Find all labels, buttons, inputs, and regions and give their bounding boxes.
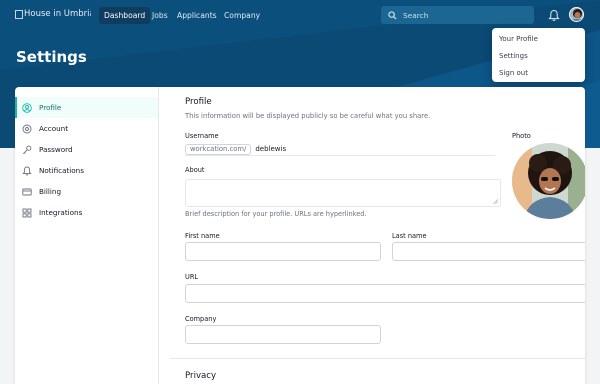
top-navbar: House in Umbria Dashboard Jobs Applicant… — [0, 0, 600, 31]
sidebar-item-profile[interactable]: Profile — [15, 97, 158, 118]
username-label: Username — [185, 132, 219, 140]
sidebar-item-label: Password — [39, 145, 73, 154]
grid-icon — [22, 208, 32, 218]
username-field[interactable]: workcation.com/ deblewis — [185, 143, 495, 156]
menu-sign-out[interactable]: Sign out — [492, 65, 585, 82]
nav-applicants[interactable]: Applicants — [172, 7, 222, 24]
bell-icon — [22, 166, 32, 176]
settings-card: Profile Account Password Notifications B… — [15, 87, 585, 384]
key-icon — [22, 145, 32, 155]
company-input[interactable] — [185, 325, 381, 344]
credit-card-icon — [22, 187, 32, 197]
broken-image-icon — [15, 9, 23, 19]
sidebar-item-password[interactable]: Password — [15, 139, 158, 160]
page-title: Settings — [16, 48, 87, 66]
nav-jobs[interactable]: Jobs — [147, 7, 173, 24]
profile-section-subtitle: This information will be displayed publi… — [185, 112, 431, 120]
username-prefix: workcation.com/ — [185, 143, 252, 155]
logo-alt-text: House in Umbria — [24, 9, 91, 19]
search-icon — [388, 10, 397, 20]
profile-form: Profile This information will be display… — [170, 87, 585, 384]
menu-settings[interactable]: Settings — [492, 48, 585, 65]
sidebar-item-label: Billing — [39, 187, 62, 196]
url-label: URL — [185, 273, 199, 281]
privacy-section-title: Privacy — [185, 371, 217, 381]
url-input[interactable] — [185, 284, 585, 303]
section-divider — [170, 358, 585, 359]
sidebar-item-label: Profile — [39, 103, 62, 112]
nav-dashboard[interactable]: Dashboard — [99, 7, 151, 24]
search-input[interactable]: Search — [381, 6, 534, 24]
sidebar-item-label: Account — [39, 124, 69, 133]
sidebar-item-billing[interactable]: Billing — [15, 181, 158, 202]
about-hint: Brief description for your profile. URLs… — [185, 210, 367, 218]
last-name-input[interactable] — [392, 242, 585, 261]
logo[interactable]: House in Umbria — [15, 7, 91, 21]
profile-photo[interactable] — [512, 143, 585, 219]
profile-section-title: Profile — [185, 97, 212, 107]
cog-icon — [22, 124, 32, 134]
sidebar-item-label: Notifications — [39, 166, 84, 175]
sidebar-item-integrations[interactable]: Integrations — [15, 202, 158, 223]
about-textarea[interactable] — [185, 179, 501, 207]
nav-company[interactable]: Company — [219, 7, 265, 24]
resize-handle-icon[interactable] — [493, 199, 498, 204]
last-name-label: Last name — [392, 232, 427, 240]
company-label: Company — [185, 315, 217, 323]
user-avatar[interactable] — [569, 7, 584, 22]
search-placeholder: Search — [403, 10, 429, 20]
sidebar-item-account[interactable]: Account — [15, 118, 158, 139]
first-name-label: First name — [185, 232, 220, 240]
username-value: deblewis — [255, 145, 287, 153]
user-menu-dropdown: Your Profile Settings Sign out — [492, 28, 585, 82]
about-label: About — [185, 166, 205, 174]
first-name-input[interactable] — [185, 242, 381, 261]
settings-sidebar: Profile Account Password Notifications B… — [15, 87, 159, 384]
photo-label: Photo — [512, 132, 531, 140]
menu-your-profile[interactable]: Your Profile — [492, 31, 585, 48]
sidebar-item-label: Integrations — [39, 208, 83, 217]
sidebar-item-notifications[interactable]: Notifications — [15, 160, 158, 181]
user-circle-icon — [22, 102, 32, 113]
notifications-bell-icon[interactable] — [548, 9, 560, 22]
